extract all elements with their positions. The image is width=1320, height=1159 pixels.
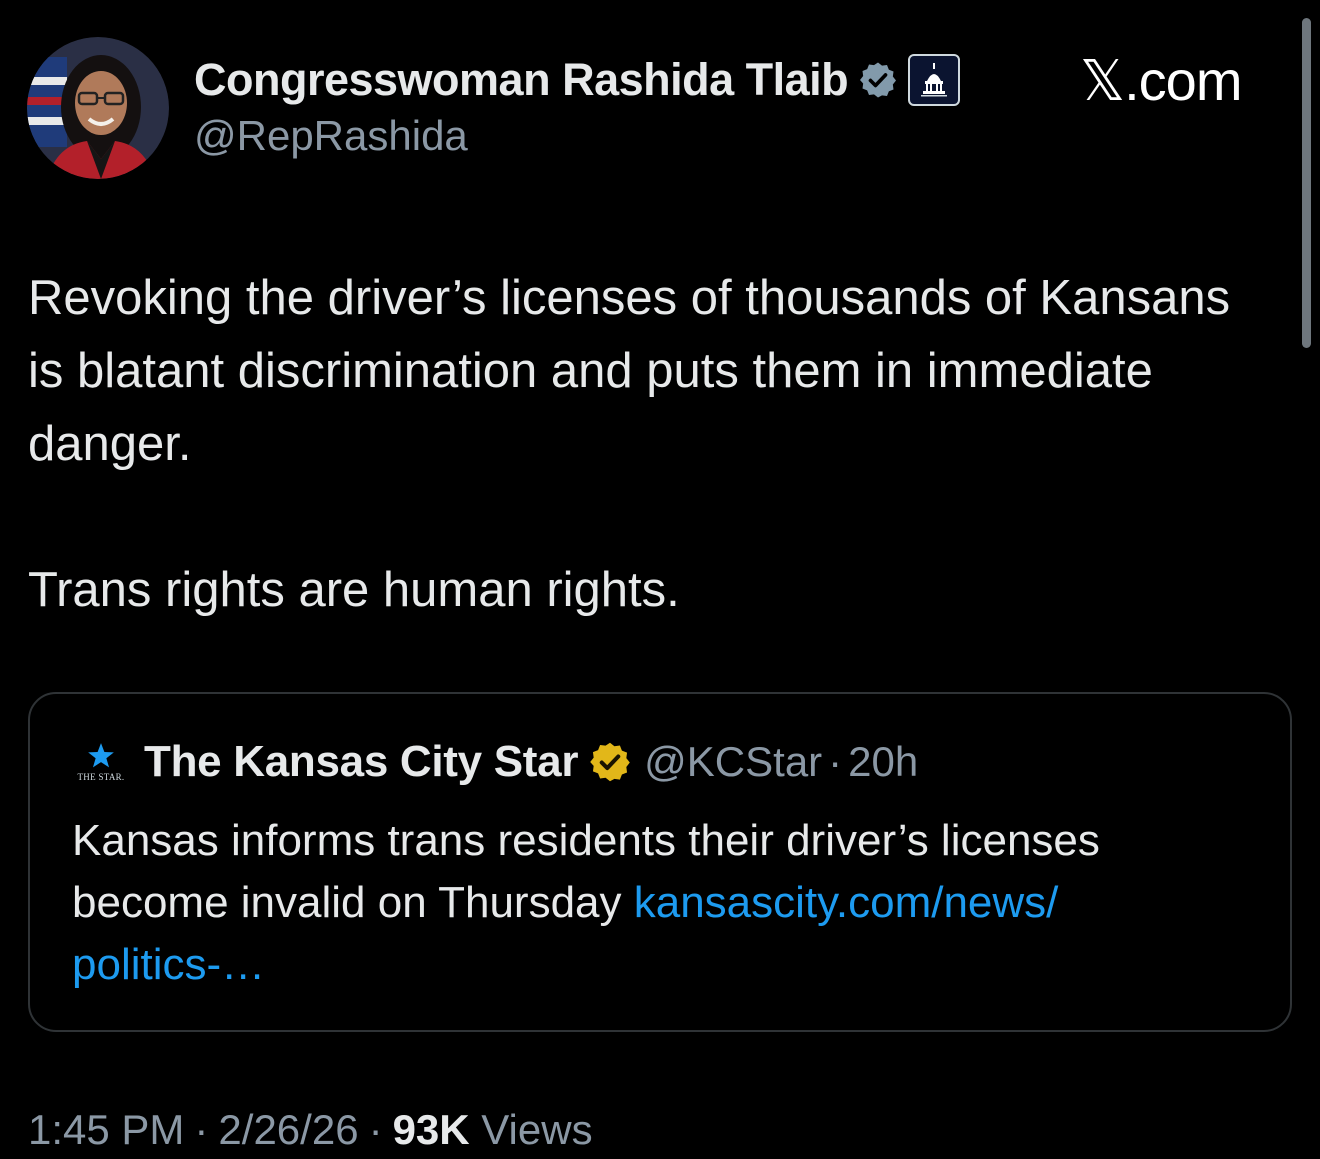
star-icon [88, 743, 114, 768]
author-handle[interactable]: @RepRashida [194, 112, 468, 160]
post-paragraph: Trans rights are human rights. [28, 563, 680, 617]
post-paragraph: Revoking the driver’s licenses of thousa… [28, 271, 1231, 471]
post-meta: 1:45 PM · 2/26/26 · 93K Views [28, 1106, 593, 1154]
affiliate-badge[interactable] [908, 54, 961, 106]
quoted-post-header: THE STAR. The Kansas City Star @KCStar ·… [74, 732, 919, 792]
separator-dot: · [828, 738, 843, 785]
scrollbar-thumb[interactable] [1302, 18, 1311, 348]
tweet: Congresswoman Rashida Tlaib @RepRashida … [0, 0, 1320, 1159]
post-date[interactable]: 2/26/26 [218, 1106, 358, 1153]
post-time[interactable]: 1:45 PM [28, 1106, 184, 1153]
x-com-watermark: 𝕏.com [1080, 49, 1242, 112]
separator-dot: · [368, 1106, 383, 1153]
kc-logo-text: THE STAR. [77, 772, 125, 782]
quoted-post-time[interactable]: 20h [848, 738, 918, 786]
avatar[interactable] [27, 37, 169, 179]
quoted-author-name[interactable]: The Kansas City Star [144, 737, 578, 787]
kc-star-logo[interactable]: THE STAR. [74, 737, 128, 787]
gold-verified-badge-icon[interactable] [588, 740, 632, 784]
quoted-author-handle[interactable]: @KCStar [644, 738, 822, 786]
quoted-post-card[interactable]: THE STAR. The Kansas City Star @KCStar ·… [28, 692, 1292, 1032]
avatar-photo-icon [27, 37, 169, 179]
author-display-name[interactable]: Congresswoman Rashida Tlaib [194, 54, 849, 106]
quoted-post-text: Kansas informs trans residents their dri… [72, 810, 1252, 996]
capitol-dome-icon [921, 63, 948, 97]
post-text: Revoking the driver’s licenses of thousa… [28, 262, 1278, 627]
views-count: 93K [392, 1106, 470, 1153]
views-label: Views [481, 1106, 593, 1153]
separator-dot: · [194, 1106, 209, 1153]
verified-badge-icon[interactable] [858, 60, 898, 100]
author-name-row: Congresswoman Rashida Tlaib [194, 52, 961, 108]
